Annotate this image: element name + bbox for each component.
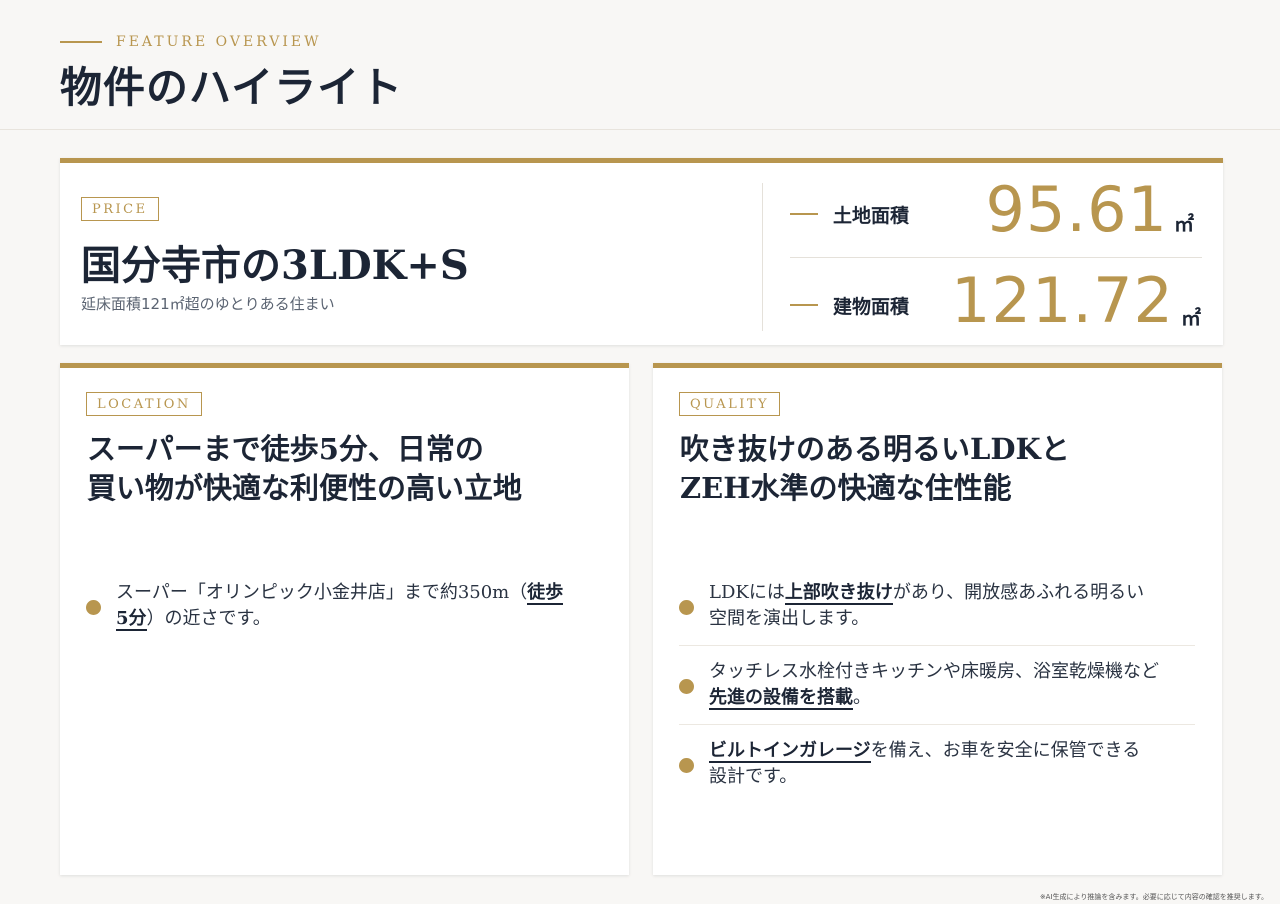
highlight-text: 先進の設備を搭載 [709,687,853,710]
bullet-line: スーパー「オリンピック小金井店」まで約350m（徒歩 [116,580,602,606]
eyebrow: FEATURE OVERVIEW [60,34,321,50]
price-tag: PRICE [81,197,159,221]
quality-bullet-list: LDKには上部吹き抜けがあり、開放感あふれる明るい 空間を演出します。 タッチレ… [679,580,1195,816]
list-item: タッチレス水栓付きキッチンや床暖房、浴室乾燥機など 先進の設備を搭載。 [679,659,1195,725]
location-bullet-list: スーパー「オリンピック小金井店」まで約350m（徒歩 5分）の近さです。 [86,580,602,658]
stat-divider [790,257,1202,258]
bullet-line: タッチレス水栓付きキッチンや床暖房、浴室乾燥機など [709,661,1159,682]
heading-line: スーパーまで徒歩5分、日常の [87,432,484,466]
stat-dash [790,213,818,215]
quality-tag: QUALITY [679,392,781,416]
vertical-divider [762,183,763,331]
bullet-line: 先進の設備を搭載。 [709,685,1195,711]
bullet-text: スーパー「オリンピック小金井店」まで約350m（ [116,582,528,603]
price-card: PRICE 国分寺市の3LDK+S 延床面積121㎡超のゆとりある住まい 土地面… [60,158,1223,345]
land-area-unit: ㎡ [1174,212,1194,236]
heading-line: 吹き抜けのある明るいLDKと [680,432,1070,466]
land-area-value: 95.61 [985,173,1168,246]
eyebrow-text: FEATURE OVERVIEW [116,34,322,50]
bullet-line: ビルトインガレージを備え、お車を安全に保管できる [709,738,1195,764]
highlight-text: 上部吹き抜け [784,582,893,605]
bullet-dot-icon [679,757,694,773]
location-tag: LOCATION [86,392,202,416]
bullet-dot-icon [679,678,694,694]
heading-line: 買い物が快適な利便性の高い立地 [87,471,523,505]
highlight-text: ビルトインガレージ [709,740,871,763]
list-item: スーパー「オリンピック小金井店」まで約350m（徒歩 5分）の近さです。 [86,580,602,645]
bullet-line: 5分）の近さです。 [116,606,602,632]
bullet-dot-icon [679,599,694,615]
land-area-label: 土地面積 [833,205,910,227]
bullet-text: があり、開放感あふれる明るい [892,582,1145,603]
eyebrow-rule [60,41,102,43]
page-header: FEATURE OVERVIEW 物件のハイライト [0,0,1280,130]
building-area-value: 121.72 [951,264,1174,337]
quality-card: QUALITY 吹き抜けのある明るいLDKと ZEH水準の快適な住性能 LDKに… [653,363,1222,875]
heading-line: ZEH水準の快適な住性能 [680,471,1012,505]
building-area-unit: ㎡ [1181,306,1201,330]
bullet-dot-icon [86,599,101,615]
quality-heading: 吹き抜けのある明るいLDKと ZEH水準の快適な住性能 [680,430,1070,508]
price-headline: 国分寺市の3LDK+S [81,242,469,289]
bullet-text: 。 [853,687,871,708]
highlight-text: 徒歩 [527,582,564,605]
stat-dash [790,304,818,306]
list-item: ビルトインガレージを備え、お車を安全に保管できる 設計です。 [679,738,1195,803]
bullet-text: を備え、お車を安全に保管できる [870,740,1141,761]
highlight-text: 5分 [116,608,147,631]
bullet-line: 設計です。 [709,766,798,787]
location-heading: スーパーまで徒歩5分、日常の 買い物が快適な利便性の高い立地 [87,430,522,508]
disclaimer-footnote: ※AI生成により推論を含みます。必要に応じて内容の確認を推奨します。 [1039,893,1268,901]
bullet-line: 空間を演出します。 [709,608,870,629]
building-area-label: 建物面積 [833,296,910,318]
bullet-line: LDKには上部吹き抜けがあり、開放感あふれる明るい [709,580,1195,606]
bullet-text: LDKには [709,582,785,603]
price-subtitle: 延床面積121㎡超のゆとりある住まい [81,295,335,313]
location-card: LOCATION スーパーまで徒歩5分、日常の 買い物が快適な利便性の高い立地 … [60,363,629,875]
list-item: LDKには上部吹き抜けがあり、開放感あふれる明るい 空間を演出します。 [679,580,1195,646]
page-title: 物件のハイライト [60,63,404,112]
bullet-text: ）の近さです。 [146,608,271,629]
